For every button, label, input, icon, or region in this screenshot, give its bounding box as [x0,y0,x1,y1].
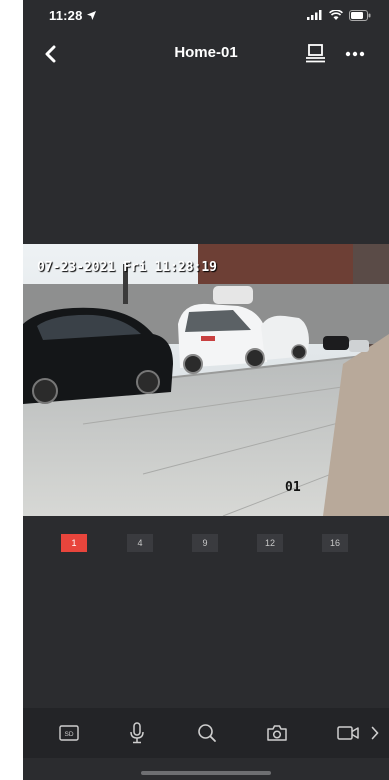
window-layout-selector: 1 4 9 12 16 [23,534,389,554]
more-tools-button[interactable] [365,720,385,746]
camera-feed-image [23,244,389,516]
video-record-icon [337,726,359,740]
search-icon [198,724,216,742]
screen-mode-button[interactable] [305,43,329,67]
chevron-right-icon [371,726,379,740]
camera-icon [267,725,287,741]
monitor-icon [306,44,325,63]
microphone-icon [130,722,144,744]
layout-option-16[interactable]: 16 [322,534,348,552]
video-timestamp: 07-23-2021 Fri 11:28:19 [37,260,218,275]
battery-icon [349,9,371,21]
page-title: Home-01 [174,44,238,61]
status-right [307,9,371,21]
bottom-toolbar: SD [23,708,389,758]
more-button[interactable] [343,43,371,67]
quality-button[interactable]: SD [55,720,83,746]
app-screen: 11:28 Home-01 07-23-2021 Fri 11:28:19 01… [23,0,389,780]
sd-quality-icon: SD [59,725,79,741]
snapshot-button[interactable] [263,720,291,746]
record-button[interactable] [335,720,363,746]
more-icon [345,51,365,57]
layout-option-1[interactable]: 1 [61,534,87,552]
status-time: 11:28 [49,7,83,23]
layout-option-4[interactable]: 4 [127,534,153,552]
live-video-view[interactable]: 07-23-2021 Fri 11:28:19 01 [23,244,389,516]
nav-bar: Home-01 [23,34,389,74]
talk-button[interactable] [123,720,151,746]
layout-option-12[interactable]: 12 [257,534,283,552]
status-bar: 11:28 [23,0,389,30]
location-arrow-icon [86,10,96,20]
home-indicator [141,771,271,775]
video-channel-number: 01 [285,480,301,495]
wifi-icon [329,10,343,20]
zoom-button[interactable] [193,720,221,746]
layout-option-9[interactable]: 9 [192,534,218,552]
signal-icon [307,10,322,20]
quality-label: SD [64,731,73,738]
status-left: 11:28 [49,8,96,23]
